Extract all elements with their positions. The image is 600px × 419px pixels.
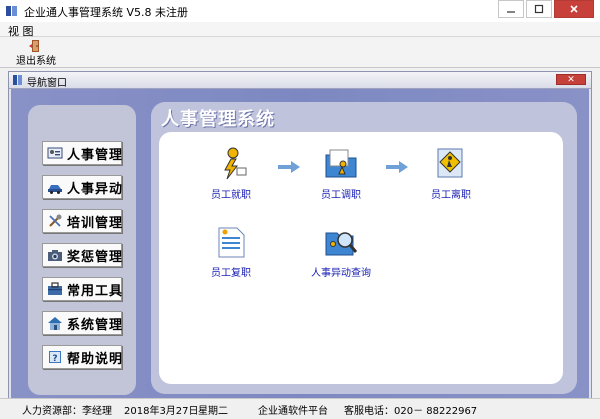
maximize-button[interactable] [526, 0, 552, 18]
menu-label: 帮助说明 [67, 351, 124, 367]
tools-icon [49, 214, 62, 227]
flow-arrow-icon [278, 161, 300, 173]
help-book-icon: ? [49, 351, 61, 364]
maximize-icon [534, 4, 544, 14]
status-department: 人力资源部：李经理 [22, 406, 112, 417]
menu-training-management[interactable]: 培训管理 [42, 209, 122, 233]
navigation-window-close-button[interactable]: ✕ [556, 74, 586, 85]
camera-icon [48, 250, 62, 261]
exit-sign-icon [437, 148, 463, 178]
feature-content: 员工就职 员工调职 员工离职 员工复职 人事异动查询 [159, 132, 563, 384]
feature-employee-onboard[interactable]: 员工就职 [191, 146, 271, 201]
feature-label: 员工复职 [211, 268, 251, 279]
exit-system-label: 退出系统 [16, 56, 56, 67]
navigation-window-titlebar: 导航窗口 ✕ [9, 72, 591, 89]
left-menu-panel: 人事管理 人事异动 培训管理 奖惩管理 常用工具 系统管理 ? 帮助说明 [28, 105, 136, 395]
navigation-window-title: 导航窗口 [27, 78, 67, 89]
menu-label: 系统管理 [67, 317, 124, 333]
minimize-icon [507, 11, 515, 13]
menu-reward-punishment[interactable]: 奖惩管理 [42, 243, 122, 267]
status-platform: 企业通软件平台 [258, 406, 328, 417]
id-card-icon [47, 147, 63, 159]
navigation-body: 人事管理 人事异动 培训管理 奖惩管理 常用工具 系统管理 ? 帮助说明 人事管… [11, 89, 589, 399]
close-icon [570, 5, 578, 13]
exit-door-icon [29, 40, 39, 52]
feature-employee-rehire[interactable]: 员工复职 [191, 224, 271, 279]
feature-employee-transfer[interactable]: 员工调职 [301, 146, 381, 201]
menu-system-management[interactable]: 系统管理 [42, 311, 122, 335]
main-panel: 人事管理系统 员工就职 员工调职 员工离职 员工复职 人事异动查询 [151, 102, 577, 394]
close-icon: ✕ [567, 75, 575, 85]
feature-label: 员工就职 [211, 190, 251, 201]
menu-label: 常用工具 [67, 283, 124, 299]
flow-arrow-icon [386, 161, 408, 173]
car-icon [48, 185, 62, 194]
menu-bar: 视 图 [0, 22, 600, 38]
status-hotline: 客服电话：020－ 88222967 [344, 406, 478, 417]
feature-label: 员工离职 [431, 190, 471, 201]
close-button[interactable] [554, 0, 594, 18]
menu-personnel-change[interactable]: 人事异动 [42, 175, 122, 199]
menu-common-tools[interactable]: 常用工具 [42, 277, 122, 301]
system-title: 人事管理系统 [161, 109, 275, 130]
navigation-window: 导航窗口 ✕ 人事管理 人事异动 培训管理 奖惩管理 常用工具 系统管理 ? 帮… [8, 71, 592, 401]
menu-label: 人事异动 [67, 181, 124, 197]
menu-label: 培训管理 [67, 215, 124, 231]
menu-label: 人事管理 [67, 147, 124, 163]
house-icon [48, 317, 62, 330]
search-folder-icon [325, 232, 358, 256]
menu-personnel-management[interactable]: 人事管理 [42, 141, 122, 165]
title-bar: 企业通人事管理系统 V5.8 未注册 [0, 0, 600, 22]
window-controls [496, 0, 594, 20]
status-date: 2018年3月27日 [124, 406, 199, 417]
feature-label: 人事异动查询 [311, 268, 371, 279]
feature-label: 员工调职 [321, 190, 361, 201]
toolbox-icon [48, 282, 62, 295]
svg-text:?: ? [52, 354, 57, 364]
menu-help[interactable]: ? 帮助说明 [42, 345, 122, 369]
status-bar: 人力资源部：李经理 2018年3月27日 星期二 企业通软件平台 客服电话：02… [0, 398, 600, 419]
minimize-button[interactable] [498, 0, 524, 18]
exit-system-button[interactable]: 退出系统 [14, 37, 58, 67]
status-weekday: 星期二 [198, 406, 228, 417]
menu-label: 奖惩管理 [67, 249, 124, 265]
feature-change-query[interactable]: 人事异动查询 [301, 224, 381, 279]
window-title: 企业通人事管理系统 V5.8 未注册 [24, 6, 189, 19]
folder-person-icon [325, 149, 357, 178]
app-icon [6, 6, 17, 16]
window-icon [13, 75, 22, 85]
running-person-icon [224, 147, 247, 180]
feature-employee-leave[interactable]: 员工离职 [411, 146, 491, 201]
toolbar: 退出系统 [0, 37, 600, 68]
document-icon [218, 227, 245, 258]
